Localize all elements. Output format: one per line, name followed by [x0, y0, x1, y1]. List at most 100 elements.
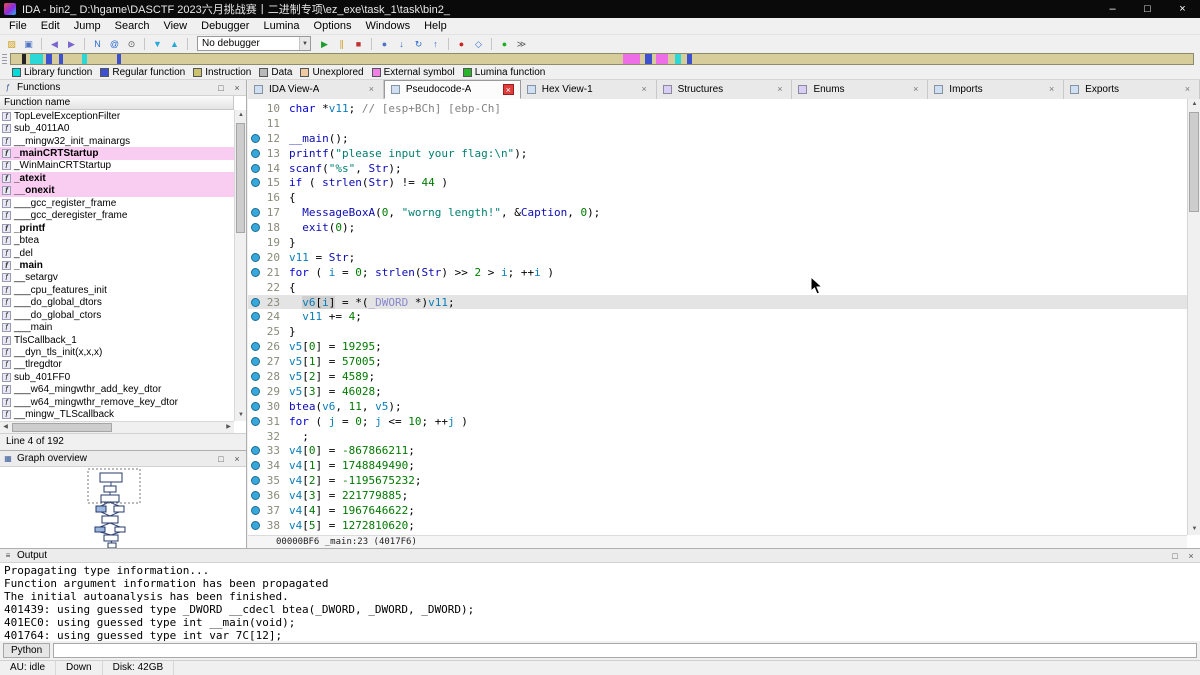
- menu-view[interactable]: View: [156, 18, 194, 35]
- code-line-16[interactable]: 16 {: [248, 190, 1187, 205]
- scroll-right-icon[interactable]: ▶: [223, 422, 234, 433]
- tab-close-icon[interactable]: ×: [366, 84, 377, 95]
- menu-debugger[interactable]: Debugger: [194, 18, 256, 35]
- python-console-icon[interactable]: ≫: [514, 37, 529, 51]
- float-panel-icon[interactable]: □: [215, 454, 227, 464]
- tab-hex-view-1[interactable]: Hex View-1 ×: [520, 80, 657, 99]
- scroll-left-icon[interactable]: ◀: [0, 422, 11, 433]
- tab-close-icon[interactable]: ×: [1046, 84, 1057, 95]
- tab-enums[interactable]: Enums ×: [792, 80, 929, 99]
- minimize-button[interactable]: –: [1095, 0, 1130, 18]
- code-line-26[interactable]: 26 v5[0] = 19295;: [248, 339, 1187, 354]
- tab-imports[interactable]: Imports ×: [928, 80, 1065, 99]
- scrollbar-thumb[interactable]: [1189, 112, 1199, 212]
- menu-help[interactable]: Help: [417, 18, 454, 35]
- function-row[interactable]: f _del: [0, 247, 234, 259]
- code-line-27[interactable]: 27 v5[1] = 57005;: [248, 354, 1187, 369]
- debugger-select[interactable]: No debugger ▼: [197, 36, 311, 51]
- graph-overview-canvas[interactable]: [0, 467, 246, 549]
- stop-process-icon[interactable]: ■: [351, 37, 366, 51]
- code-line-12[interactable]: 12 __main();: [248, 131, 1187, 146]
- function-row[interactable]: f ___do_global_dtors: [0, 297, 234, 309]
- function-row[interactable]: f ___gcc_deregister_frame: [0, 210, 234, 222]
- code-line-28[interactable]: 28 v5[2] = 4589;: [248, 369, 1187, 384]
- menu-search[interactable]: Search: [108, 18, 157, 35]
- function-row[interactable]: f _atexit: [0, 172, 234, 185]
- pseudocode-vertical-scrollbar[interactable]: ▲ ▼: [1187, 99, 1200, 535]
- close-button[interactable]: ×: [1165, 0, 1200, 18]
- close-panel-icon[interactable]: ×: [231, 454, 243, 464]
- code-line-25[interactable]: 25}: [248, 324, 1187, 339]
- function-name-column-header[interactable]: Function name: [0, 96, 234, 110]
- function-row[interactable]: f TopLevelExceptionFilter: [0, 110, 234, 122]
- close-panel-icon[interactable]: ×: [1185, 551, 1197, 561]
- functions-vertical-scrollbar[interactable]: ▲ ▼: [234, 110, 246, 421]
- code-line-20[interactable]: 20 v11 = Str;: [248, 250, 1187, 265]
- function-row[interactable]: f __onexit: [0, 184, 234, 198]
- tab-exports[interactable]: Exports ×: [1064, 80, 1200, 99]
- code-line-18[interactable]: 18 exit(0);: [248, 220, 1187, 235]
- tab-close-icon[interactable]: ×: [910, 84, 921, 95]
- code-line-32[interactable]: 32 ;: [248, 429, 1187, 444]
- code-line-24[interactable]: 24 v11 += 4;: [248, 309, 1187, 324]
- function-row[interactable]: f _btea: [0, 234, 234, 246]
- navband-handle-icon[interactable]: [2, 54, 7, 64]
- code-line-30[interactable]: 30 btea(v6, 11, v5);: [248, 399, 1187, 414]
- nav-forward-icon[interactable]: ▶: [64, 37, 79, 51]
- python-input[interactable]: [53, 643, 1197, 658]
- code-line-35[interactable]: 35 v4[2] = -1195675232;: [248, 473, 1187, 488]
- code-line-14[interactable]: 14 scanf("%s", Str);: [248, 161, 1187, 176]
- tab-structures[interactable]: Structures ×: [656, 80, 793, 99]
- tab-close-icon[interactable]: ×: [774, 84, 785, 95]
- code-line-31[interactable]: 31 for ( j = 0; j <= 10; ++j ): [248, 414, 1187, 429]
- scroll-up-icon[interactable]: ▲: [1188, 99, 1200, 110]
- functions-horizontal-scrollbar[interactable]: ◀ ▶: [0, 421, 234, 433]
- scrollbar-thumb[interactable]: [12, 423, 112, 432]
- lumina-pull-icon[interactable]: ▼: [150, 37, 165, 51]
- code-line-19[interactable]: 19}: [248, 235, 1187, 250]
- scroll-down-icon[interactable]: ▼: [235, 410, 247, 421]
- lumina-push-icon[interactable]: ▲: [167, 37, 182, 51]
- code-line-23[interactable]: 23 v6[i] = *(_DWORD *)v11;: [248, 294, 1187, 310]
- code-line-13[interactable]: 13 printf("please input your flag:\n");: [248, 146, 1187, 161]
- code-line-21[interactable]: 21 for ( i = 0; strlen(Str) >> 2 > i; ++i…: [248, 265, 1187, 280]
- step-into-icon[interactable]: ↓: [394, 37, 409, 51]
- function-row[interactable]: f __mingw32_init_mainargs: [0, 135, 234, 147]
- run-until-return-icon[interactable]: ↑: [428, 37, 443, 51]
- output-content[interactable]: Propagating type information... Function …: [0, 563, 1200, 641]
- function-row[interactable]: f _printf: [0, 222, 234, 234]
- tab-close-icon[interactable]: ×: [502, 84, 514, 95]
- function-row[interactable]: f _main: [0, 259, 234, 271]
- code-line-15[interactable]: 15 if ( strlen(Str) != 44 ): [248, 175, 1187, 190]
- code-line-10[interactable]: 10 char *v11; // [esp+BCh] [ebp-Ch]: [248, 101, 1187, 116]
- function-row[interactable]: f _WinMainCRTStartup: [0, 160, 234, 172]
- start-process-icon[interactable]: ▶: [317, 37, 332, 51]
- function-row[interactable]: f TlsCallback_1: [0, 334, 234, 346]
- step-over-icon[interactable]: ↻: [411, 37, 426, 51]
- function-row[interactable]: f ___w64_mingwthr_add_key_dtor: [0, 384, 234, 396]
- function-row[interactable]: f ___w64_mingwthr_remove_key_dtor: [0, 396, 234, 408]
- function-row[interactable]: f __dyn_tls_init(x,x,x): [0, 346, 234, 358]
- code-line-36[interactable]: 36 v4[3] = 221779885;: [248, 488, 1187, 503]
- code-line-33[interactable]: 33 v4[0] = -867866211;: [248, 443, 1187, 458]
- function-row[interactable]: f __tlregdtor: [0, 359, 234, 371]
- scrollbar-thumb[interactable]: [236, 123, 245, 233]
- open-file-icon[interactable]: ▨: [4, 37, 19, 51]
- watch-icon[interactable]: ◇: [471, 37, 486, 51]
- python-label[interactable]: Python: [3, 643, 51, 658]
- ida-status-light-icon[interactable]: ●: [497, 37, 512, 51]
- float-panel-icon[interactable]: □: [1169, 551, 1181, 561]
- code-line-22[interactable]: 22 {: [248, 280, 1187, 295]
- breakpoint-icon[interactable]: ●: [454, 37, 469, 51]
- function-row[interactable]: f __mingw_TLScallback: [0, 409, 234, 421]
- menu-file[interactable]: File: [2, 18, 34, 35]
- function-row[interactable]: f ___do_global_ctors: [0, 309, 234, 321]
- tab-close-icon[interactable]: ×: [639, 84, 650, 95]
- jump-name-icon[interactable]: N: [90, 37, 105, 51]
- close-panel-icon[interactable]: ×: [231, 83, 243, 93]
- code-line-34[interactable]: 34 v4[1] = 1748849490;: [248, 458, 1187, 473]
- code-line-29[interactable]: 29 v5[3] = 46028;: [248, 384, 1187, 399]
- code-line-38[interactable]: 38 v4[5] = 1272810620;: [248, 518, 1187, 533]
- function-row[interactable]: f ___cpu_features_init: [0, 284, 234, 296]
- menu-jump[interactable]: Jump: [67, 18, 108, 35]
